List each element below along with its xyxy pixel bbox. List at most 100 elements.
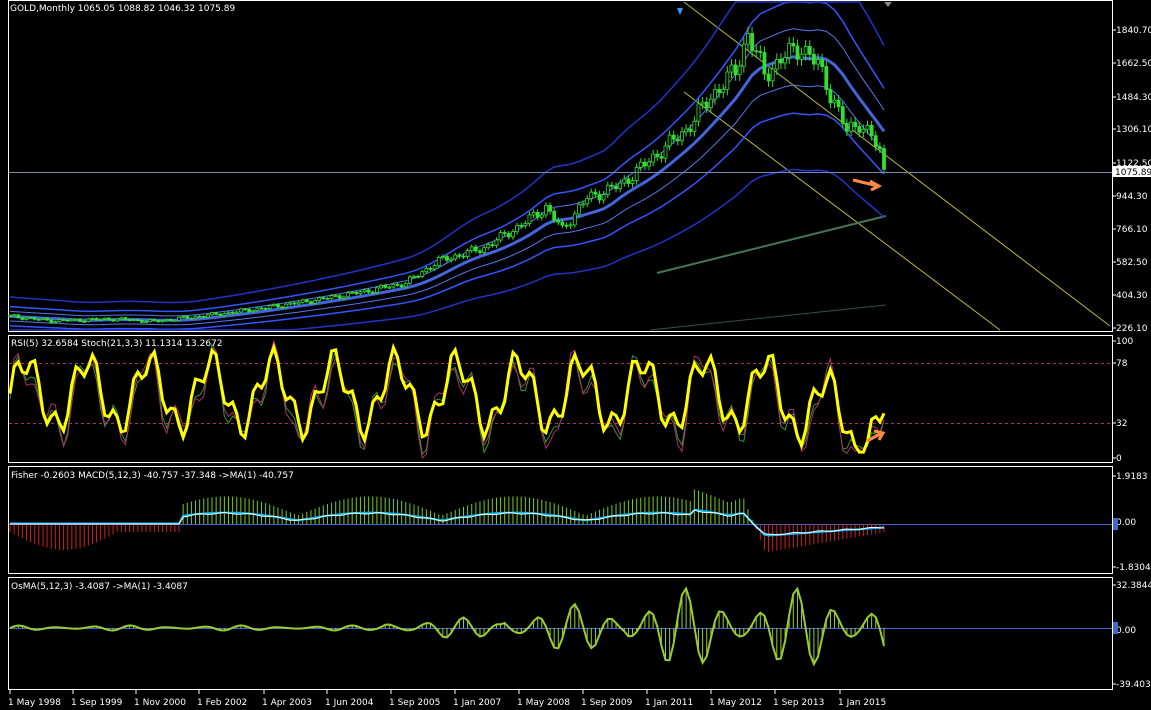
candle-body (816, 59, 820, 65)
candle-body (98, 318, 103, 321)
candle-body (267, 305, 272, 309)
candle-body (350, 291, 355, 294)
x-axis-label: 1 May 1998 (8, 698, 61, 708)
candle-body (453, 254, 458, 260)
candle-body (440, 256, 445, 258)
candle-body (263, 307, 268, 310)
candle-body (317, 297, 322, 302)
candle-body (140, 319, 144, 323)
axis-tick-label: 766.10 (1116, 225, 1148, 235)
candle-body (675, 138, 680, 142)
candle-body (737, 65, 742, 76)
candle-body (32, 317, 37, 320)
candle-body (78, 318, 82, 322)
candle-body (461, 255, 466, 258)
candle-body (304, 299, 309, 303)
candle-body (548, 205, 552, 212)
x-axis-label: 1 Sep 2009 (581, 698, 633, 708)
candle-body (696, 103, 701, 122)
candle-body (824, 66, 829, 90)
candle-body (8, 315, 12, 317)
candle-body (259, 307, 264, 310)
candle-body (791, 43, 796, 47)
candle-body (581, 203, 585, 206)
axis-tick-label: 1662.50 (1116, 59, 1151, 69)
candle-body (515, 224, 519, 233)
candle-body (222, 313, 227, 316)
x-axis-label: 1 Jan 2011 (645, 698, 693, 708)
candle-body (663, 145, 668, 159)
x-axis-label: 1 Nov 2000 (134, 698, 186, 708)
candle-body (94, 318, 99, 321)
x-axis-label: 1 Jan 2015 (838, 698, 886, 708)
candle-body (511, 231, 515, 238)
candle-body (205, 314, 210, 318)
candle-body (53, 321, 58, 324)
candle-body (544, 205, 548, 216)
candle-body (770, 68, 775, 82)
candle-body (799, 53, 804, 60)
candle-body (465, 250, 470, 258)
axis-tick-label: 1306.10 (1116, 125, 1151, 135)
candle-body (865, 125, 870, 130)
candle-body (164, 319, 169, 321)
candle-body (127, 319, 132, 321)
axis-tick-label: 404.30 (1116, 291, 1148, 301)
candle-body (873, 135, 878, 148)
candle-body (288, 302, 293, 305)
candle-body (795, 45, 800, 60)
candle-body (729, 64, 734, 73)
candle-body (502, 232, 507, 234)
candle-body (395, 283, 400, 286)
candle-body (309, 301, 313, 304)
candle-body (832, 99, 837, 104)
candle-body (758, 50, 763, 53)
candle-body (36, 318, 41, 321)
candle-body (379, 285, 383, 289)
candle-body (337, 295, 342, 299)
candle-body (457, 254, 462, 257)
candle-body (255, 307, 260, 311)
candle-body (41, 317, 45, 320)
candle-body (861, 128, 866, 133)
axis-tick-label: -1.8304 (1116, 563, 1151, 573)
rsi-panel-title: RSI(5) 32.6584 Stoch(21,3,3) 11.1314 13.… (11, 339, 223, 349)
axis-tick-label: 0.00 (1116, 518, 1136, 528)
candle-body (300, 299, 305, 303)
candle-body (713, 89, 717, 100)
candle-body (597, 193, 602, 201)
candle-body (642, 161, 647, 167)
candle-body (449, 258, 454, 261)
candle-body (638, 161, 643, 168)
candle-body (877, 146, 882, 149)
candle-body (614, 185, 618, 190)
candle-body (69, 318, 74, 322)
candle-body (193, 315, 198, 319)
x-axis-label: 1 Sep 2013 (773, 698, 824, 708)
candle-body (721, 89, 726, 93)
x-axis-label: 1 Jan 2007 (453, 698, 501, 708)
candle-body (844, 123, 849, 132)
candle-body (276, 304, 280, 308)
candle-body (292, 302, 297, 305)
candle-body (90, 318, 95, 320)
candle-body (387, 286, 392, 289)
candle-body (651, 153, 656, 163)
x-axis-label: 1 Apr 2003 (262, 698, 312, 708)
candle-body (436, 257, 441, 266)
candle-body (725, 71, 730, 90)
chart-window[interactable]: GOLD,Monthly 1065.05 1088.82 1046.32 107… (0, 0, 1151, 710)
x-axis-label: 1 Sep 2005 (389, 698, 440, 708)
candle-body (857, 126, 862, 133)
candle-body (144, 321, 148, 323)
candle-body (527, 214, 532, 224)
candle-body (185, 315, 190, 319)
candle-body (469, 246, 474, 252)
candle-body (733, 64, 738, 76)
candle-body (605, 184, 610, 195)
candle-body (704, 101, 709, 109)
candle-body (407, 276, 412, 284)
candle-body (362, 289, 367, 293)
candle-body (107, 317, 111, 321)
candle-body (560, 221, 565, 226)
